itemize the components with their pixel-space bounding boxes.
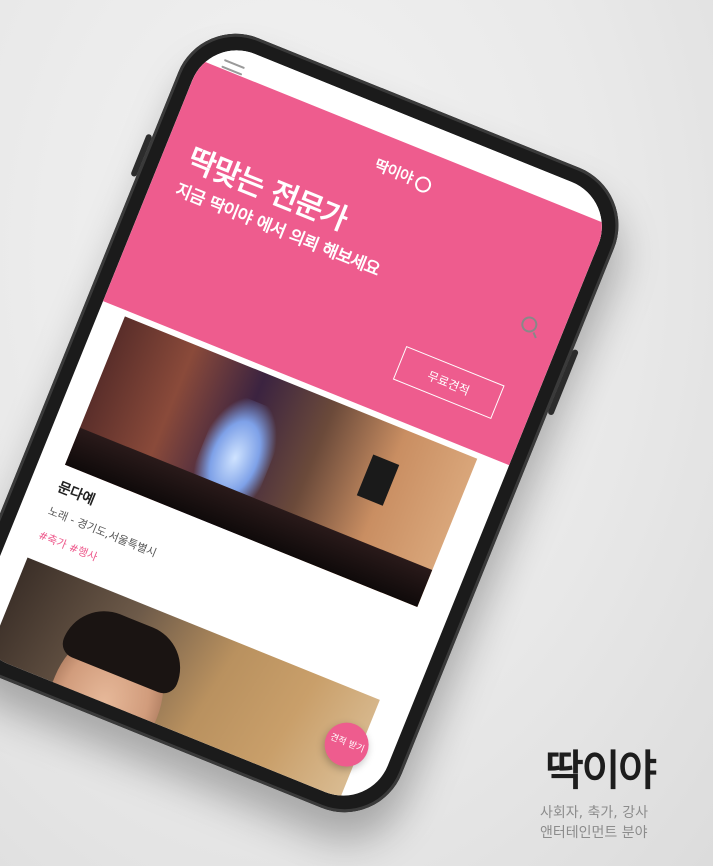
phone-mockup: 딱이야 딱맞는 전문가 지금 딱이야 에서 의뢰 해보세요 무료견적 문다예 노… (0, 15, 638, 831)
logo-mark-icon (412, 173, 434, 195)
card-photo[interactable] (0, 557, 380, 811)
brand-title: 딱이야 (545, 746, 657, 795)
logo-text: 딱이야 (371, 155, 416, 188)
brand-desc-line: 사회자, 축가, 강사 (540, 805, 648, 821)
brand-desc-line: 앤터테인먼트 분야 (540, 825, 648, 841)
photo-content (356, 454, 400, 506)
photo-content (0, 717, 181, 811)
free-estimate-button[interactable]: 무료견적 (392, 345, 505, 420)
card-title[interactable]: 문다예 (55, 477, 98, 510)
app-logo[interactable]: 딱이야 (371, 154, 434, 196)
phone-screen: 딱이야 딱맞는 전문가 지금 딱이야 에서 의뢰 해보세요 무료견적 문다예 노… (0, 35, 617, 811)
photo-content (165, 754, 308, 811)
brand-description: 사회자, 축가, 강사 앤터테인먼트 분야 (540, 803, 713, 843)
